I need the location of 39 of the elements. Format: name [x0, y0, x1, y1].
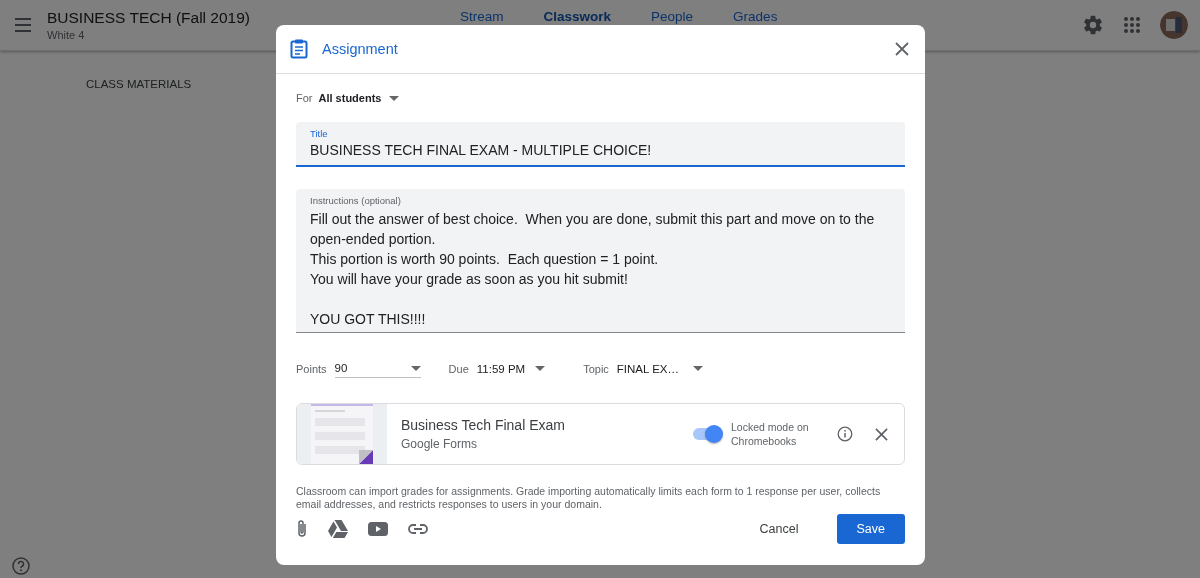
save-button[interactable]: Save — [836, 514, 905, 544]
due-label: Due — [448, 362, 469, 375]
toggle-switch[interactable] — [691, 424, 723, 444]
dropdown-caret-icon — [535, 366, 546, 371]
attachment-card[interactable]: Business Tech Final Exam Google Forms Locked mode on Chromebooks — [296, 403, 905, 465]
for-label: For — [296, 92, 313, 104]
apps-grid-icon[interactable] — [1122, 15, 1142, 35]
dropdown-caret-icon — [410, 365, 421, 371]
points-dropdown[interactable]: 90 — [334, 359, 421, 378]
remove-attachment-button[interactable] — [875, 427, 888, 441]
topic-dropdown[interactable]: FINAL EX… — [616, 359, 704, 378]
course-title[interactable]: BUSINESS TECH (Fall 2019) — [47, 9, 427, 27]
locked-mode-label: Locked mode on Chromebooks — [731, 420, 810, 448]
settings-icon[interactable] — [1082, 14, 1104, 36]
paperclip-icon[interactable] — [296, 519, 308, 539]
section-heading: CLASS MATERIALS — [86, 78, 192, 90]
attachment-source: Google Forms — [401, 437, 479, 451]
title-field[interactable]: Title BUSINESS TECH FINAL EXAM - MULTIPLE CHOICE! — [296, 122, 905, 167]
dialog-title: Assignment — [322, 41, 398, 57]
topic-label: Topic — [583, 362, 609, 375]
points-label: Points — [296, 362, 327, 375]
link-icon[interactable] — [408, 524, 428, 534]
cancel-button[interactable]: Cancel — [739, 514, 819, 544]
avatar[interactable] — [1160, 11, 1188, 39]
dropdown-caret-icon — [693, 366, 704, 371]
dropdown-caret-icon — [389, 95, 400, 101]
video-play-icon[interactable] — [368, 522, 388, 536]
clipboard-icon — [290, 39, 308, 59]
instructions-field[interactable]: Instructions (optional) Fill out the answer of best choice. When you are done, submit this part and move on to the open-ended portion. This portion is worth 90 points. Each question = 1 point. You will have your grade as soon as you hit submit! YOU GOT THIS!!!! — [296, 189, 905, 333]
attachment-title[interactable]: Business Tech Final Exam — [401, 417, 565, 433]
nav-tab[interactable]: Classwork — [523, 0, 632, 33]
course-section: White 4 — [47, 29, 427, 41]
close-button[interactable] — [895, 42, 909, 56]
drive-icon[interactable] — [328, 520, 348, 538]
audience-dropdown[interactable]: All students — [318, 92, 400, 104]
help-icon[interactable] — [12, 557, 30, 575]
due-dropdown[interactable]: 11:59 PM — [476, 359, 546, 378]
grade-import-note: Classroom can import grades for assignments. Grade importing automatically limits each form to 1 response per user, collects email addresses, and restricts responses to users in your domain. — [296, 485, 882, 511]
info-icon[interactable] — [837, 426, 853, 442]
